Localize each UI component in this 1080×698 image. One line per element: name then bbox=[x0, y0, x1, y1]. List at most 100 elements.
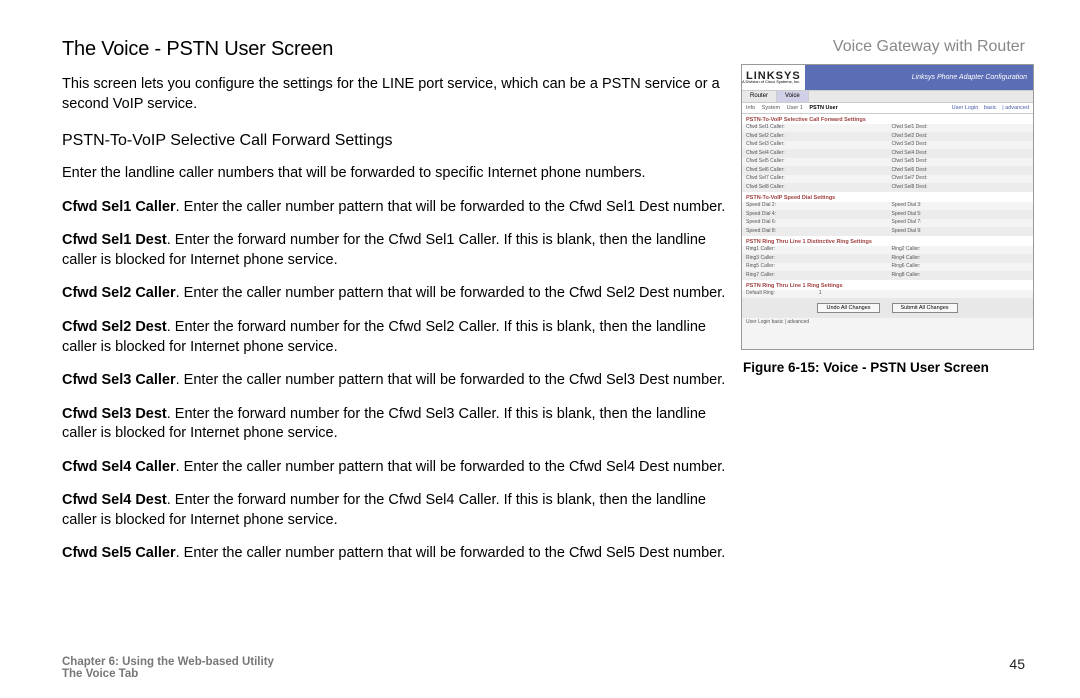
config-cell: Speed Dial 4: bbox=[742, 210, 815, 219]
config-cell: Cfwd Sel7 Caller: bbox=[742, 175, 815, 184]
config-cell bbox=[815, 254, 888, 263]
page-footer: Chapter 6: Using the Web-based Utility T… bbox=[62, 656, 1025, 680]
config-cell: Cfwd Sel1 Dest: bbox=[888, 124, 961, 133]
config-cell: Speed Dial 5: bbox=[888, 210, 961, 219]
config-cell: Cfwd Sel8 Caller: bbox=[742, 183, 815, 192]
config-cell bbox=[815, 271, 888, 280]
field-description: Cfwd Sel1 Dest. Enter the forward number… bbox=[62, 231, 727, 270]
config-cell: Speed Dial 9: bbox=[888, 227, 961, 236]
config-cell: Cfwd Sel4 Caller: bbox=[742, 149, 815, 158]
config-cell bbox=[960, 290, 1033, 299]
config-cell: Ring6 Caller: bbox=[888, 263, 961, 272]
section-intro: Enter the landline caller numbers that w… bbox=[62, 164, 727, 184]
config-cell bbox=[815, 175, 888, 184]
config-cell: Cfwd Sel8 Dest: bbox=[888, 183, 961, 192]
link-basic[interactable]: basic bbox=[984, 105, 997, 111]
config-cell: Speed Dial 3: bbox=[888, 202, 961, 211]
banner-text: Linksys Phone Adapter Configuration bbox=[805, 65, 1033, 90]
config-cell bbox=[815, 149, 888, 158]
config-cell: Ring7 Caller: bbox=[742, 271, 815, 280]
field-description: Cfwd Sel2 Caller. Enter the caller numbe… bbox=[62, 284, 727, 304]
config-cell bbox=[960, 166, 1033, 175]
config-cell bbox=[960, 124, 1033, 133]
config-cell bbox=[815, 202, 888, 211]
config-cell bbox=[960, 246, 1033, 255]
config-cell bbox=[960, 175, 1033, 184]
config-cell: Cfwd Sel3 Dest: bbox=[888, 141, 961, 150]
config-cell: Cfwd Sel3 Caller: bbox=[742, 141, 815, 150]
field-description: Cfwd Sel1 Caller. Enter the caller numbe… bbox=[62, 198, 727, 218]
config-cell: Cfwd Sel5 Dest: bbox=[888, 158, 961, 167]
subtab-system[interactable]: System bbox=[762, 105, 780, 111]
sec3-head: PSTN Ring Thru Line 1 Distinctive Ring S… bbox=[742, 236, 1033, 246]
config-cell bbox=[815, 124, 888, 133]
config-cell: Cfwd Sel4 Dest: bbox=[888, 149, 961, 158]
config-cell bbox=[960, 227, 1033, 236]
config-cell bbox=[815, 166, 888, 175]
config-cell: Cfwd Sel6 Caller: bbox=[742, 166, 815, 175]
config-cell bbox=[960, 210, 1033, 219]
config-cell bbox=[960, 149, 1033, 158]
field-description: Cfwd Sel2 Dest. Enter the forward number… bbox=[62, 318, 727, 357]
config-cell bbox=[815, 263, 888, 272]
config-cell bbox=[815, 219, 888, 228]
sub-tabs: Info System User 1 PSTN User User Login … bbox=[742, 103, 1033, 114]
figure-caption: Figure 6-15: Voice - PSTN User Screen bbox=[741, 360, 1034, 375]
product-name: Voice Gateway with Router bbox=[833, 38, 1025, 56]
config-cell bbox=[960, 141, 1033, 150]
undo-button[interactable]: Undo All Changes bbox=[817, 303, 879, 313]
config-cell: Cfwd Sel5 Caller: bbox=[742, 158, 815, 167]
config-cell: Speed Dial 2: bbox=[742, 202, 815, 211]
config-cell bbox=[960, 183, 1033, 192]
field-description: Cfwd Sel3 Dest. Enter the forward number… bbox=[62, 405, 727, 444]
config-cell: Cfwd Sel7 Dest: bbox=[888, 175, 961, 184]
config-cell: Ring3 Caller: bbox=[742, 254, 815, 263]
config-cell bbox=[960, 202, 1033, 211]
config-cell bbox=[960, 254, 1033, 263]
sec4-head: PSTN Ring Thru Line 1 Ring Settings bbox=[742, 280, 1033, 290]
footer-chapter: Chapter 6: Using the Web-based Utility bbox=[62, 656, 274, 668]
page-number: 45 bbox=[1009, 656, 1025, 672]
link-advanced[interactable]: | advanced bbox=[1002, 105, 1029, 111]
config-cell: Cfwd Sel2 Caller: bbox=[742, 132, 815, 141]
figure-pstn-user-screen: LINKSYS A Division of Cisco Systems, Inc… bbox=[741, 64, 1034, 375]
config-cell bbox=[888, 290, 961, 299]
main-tabs: Router Voice bbox=[742, 91, 1033, 103]
linksys-logo-sub: A Division of Cisco Systems, Inc. bbox=[742, 80, 805, 84]
config-cell: Cfwd Sel2 Dest: bbox=[888, 132, 961, 141]
tab-voice[interactable]: Voice bbox=[777, 91, 809, 102]
fig-footer-links: User Login basic | advanced bbox=[742, 318, 1033, 328]
footer-section: The Voice Tab bbox=[62, 668, 1025, 680]
field-description: Cfwd Sel3 Caller. Enter the caller numbe… bbox=[62, 371, 727, 391]
config-cell: Cfwd Sel1 Caller: bbox=[742, 124, 815, 133]
config-cell: Speed Dial 7: bbox=[888, 219, 961, 228]
config-cell bbox=[960, 219, 1033, 228]
link-user-login[interactable]: User Login bbox=[952, 105, 979, 111]
tab-router[interactable]: Router bbox=[742, 91, 777, 102]
config-cell bbox=[815, 246, 888, 255]
field-description: Cfwd Sel4 Dest. Enter the forward number… bbox=[62, 491, 727, 530]
subtab-info[interactable]: Info bbox=[746, 105, 755, 111]
config-cell: Cfwd Sel6 Dest: bbox=[888, 166, 961, 175]
config-cell bbox=[960, 271, 1033, 280]
config-cell bbox=[960, 263, 1033, 272]
subtab-pstn-user[interactable]: PSTN User bbox=[809, 105, 837, 111]
config-screenshot: LINKSYS A Division of Cisco Systems, Inc… bbox=[741, 64, 1034, 350]
config-cell bbox=[815, 158, 888, 167]
config-cell: Ring4 Caller: bbox=[888, 254, 961, 263]
subtab-user1[interactable]: User 1 bbox=[787, 105, 803, 111]
section-heading: PSTN-To-VoIP Selective Call Forward Sett… bbox=[62, 132, 727, 150]
config-cell: Speed Dial 8: bbox=[742, 227, 815, 236]
field-description: Cfwd Sel4 Caller. Enter the caller numbe… bbox=[62, 458, 727, 478]
config-cell: Ring1 Caller: bbox=[742, 246, 815, 255]
field-description: Cfwd Sel5 Caller. Enter the caller numbe… bbox=[62, 544, 727, 564]
config-cell bbox=[815, 132, 888, 141]
config-cell: Ring2 Caller: bbox=[888, 246, 961, 255]
submit-button[interactable]: Submit All Changes bbox=[892, 303, 958, 313]
config-cell bbox=[815, 183, 888, 192]
config-cell: 1 bbox=[815, 290, 888, 299]
config-cell bbox=[815, 141, 888, 150]
config-cell bbox=[960, 132, 1033, 141]
config-cell bbox=[960, 158, 1033, 167]
config-cell: Speed Dial 6: bbox=[742, 219, 815, 228]
